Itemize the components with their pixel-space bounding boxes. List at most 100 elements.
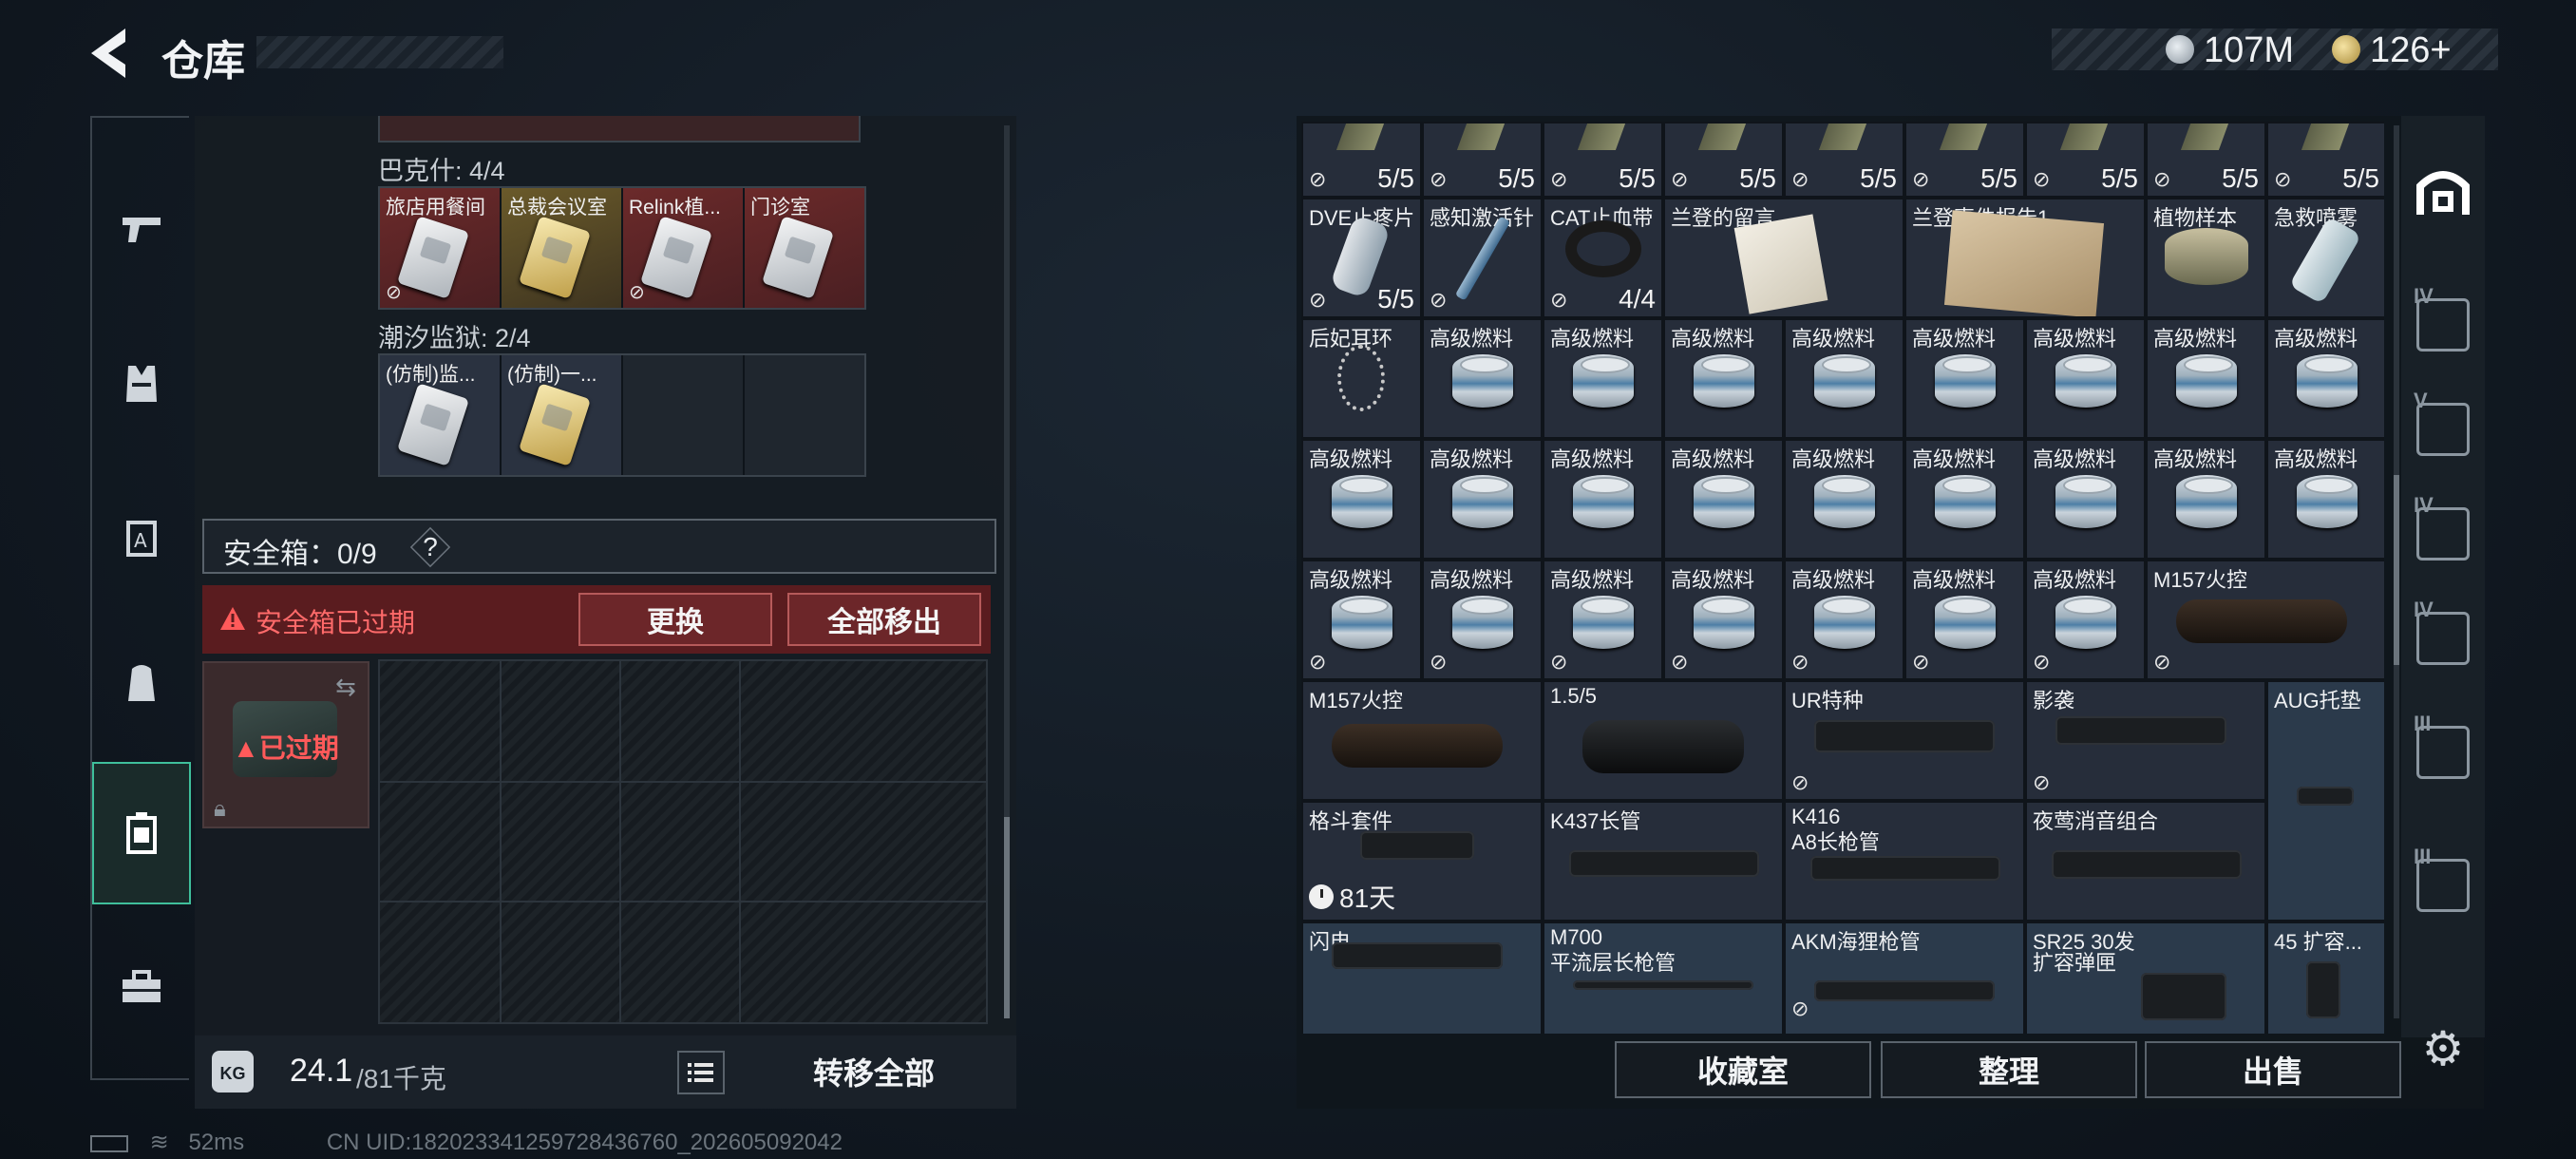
- item-fuel[interactable]: 高级燃料 ⊘: [1543, 560, 1663, 680]
- item-fuel[interactable]: 高级燃料 ⊘: [2025, 560, 2146, 680]
- item-fuel[interactable]: 高级燃料 ⊘: [1904, 560, 2025, 680]
- title-decoration: [256, 36, 503, 68]
- ammo-item[interactable]: ⊘ 5/5: [2025, 122, 2146, 198]
- list-view-button[interactable]: [677, 1051, 725, 1094]
- item-ur-stock[interactable]: UR特种 ⊘: [1784, 680, 2025, 801]
- fuel-can-image: [1452, 354, 1513, 408]
- nav-safebox[interactable]: [92, 762, 191, 904]
- item-landon-note[interactable]: 兰登的留言: [1663, 198, 1904, 318]
- item-plant-sample[interactable]: 植物样本: [2146, 198, 2266, 318]
- item-count: 5/5: [1739, 163, 1776, 193]
- keycard-item[interactable]: 总裁会议室: [502, 188, 621, 308]
- item-scope-1-5-5[interactable]: 1.5/5: [1543, 680, 1784, 801]
- item-fuel[interactable]: 高级燃料: [1663, 439, 1784, 560]
- item-k416-barrel[interactable]: K416 A8长枪管: [1784, 801, 2025, 922]
- item-sr25-magazine[interactable]: SR25 30发 扩容弹匣: [2025, 922, 2266, 1034]
- item-m157-fire-control[interactable]: M157火控 ⊘: [2146, 560, 2384, 680]
- item-fuel[interactable]: 高级燃料: [2266, 439, 2384, 560]
- item-fuel[interactable]: 高级燃料: [2025, 318, 2146, 439]
- keycard-item[interactable]: 旅店用餐间 ⊘: [380, 188, 500, 308]
- ammo-item[interactable]: ⊘ 5/5: [1301, 122, 1422, 198]
- item-name: 高级燃料: [1791, 447, 1876, 471]
- keycard-item[interactable]: 门诊室: [745, 188, 864, 308]
- no-lock-icon: ⊘: [2033, 770, 2051, 794]
- item-fuel[interactable]: 高级燃料: [1663, 318, 1784, 439]
- item-image: [1943, 210, 2105, 316]
- keycard-item[interactable]: Relink植... ⊘: [623, 188, 743, 308]
- rs-tab-3-misc[interactable]: III: [2401, 819, 2485, 952]
- ammo-item[interactable]: ⊘ 5/5: [1422, 122, 1543, 198]
- ammo-item[interactable]: ⊘ 5/5: [1663, 122, 1784, 198]
- nav-toolbox[interactable]: [92, 916, 191, 1058]
- keycard-name: (仿制)一...: [507, 364, 597, 386]
- ammo-item[interactable]: ⊘ 5/5: [1543, 122, 1663, 198]
- rs-tab-4-folder[interactable]: IV: [2401, 572, 2485, 705]
- item-dve-painkiller[interactable]: DVE止疼片⊘5/5: [1301, 198, 1422, 318]
- item-45-ext[interactable]: 45 扩容...: [2266, 922, 2384, 1034]
- sell-button[interactable]: 出售: [2145, 1041, 2401, 1098]
- item-fuel[interactable]: 高级燃料: [2146, 439, 2266, 560]
- item-fuel[interactable]: 高级燃料: [1784, 318, 1904, 439]
- svg-text:A: A: [134, 529, 147, 552]
- ammo-item[interactable]: ⊘ 5/5: [2266, 122, 2384, 198]
- item-lightning-stock[interactable]: 闪电: [1301, 922, 1543, 1034]
- item-fuel[interactable]: 高级燃料: [1543, 439, 1663, 560]
- item-fuel[interactable]: 高级燃料: [2266, 318, 2384, 439]
- item-akm-barrel[interactable]: AKM海狸枪管 ⊘: [1784, 922, 2025, 1034]
- transfer-all-button[interactable]: 转移全部: [746, 1043, 1002, 1100]
- item-sense-injector[interactable]: 感知激活针 ⊘: [1422, 198, 1543, 318]
- silver-coin-icon: [2166, 35, 2194, 64]
- item-shadow-stock[interactable]: 影袭 ⊘: [2025, 680, 2266, 801]
- item-k437-barrel[interactable]: K437长管: [1543, 801, 1784, 922]
- item-combat-kit[interactable]: 格斗套件 81天: [1301, 801, 1543, 922]
- item-count: 5/5: [1498, 163, 1535, 193]
- item-first-aid-spray[interactable]: 急救喷雾: [2266, 198, 2384, 318]
- left-scrollbar-thumb[interactable]: [1004, 817, 1010, 1018]
- prison-label: 潮汐监狱: 2/4: [378, 324, 531, 352]
- ammo-item[interactable]: ⊘ 5/5: [1904, 122, 2025, 198]
- keycard-name: 旅店用餐间: [386, 197, 485, 218]
- keycard-item[interactable]: (仿制)一...: [502, 355, 621, 475]
- rs-tab-3-ammo[interactable]: III: [2401, 686, 2485, 819]
- item-m157-fire-control[interactable]: M157火控: [1301, 680, 1543, 801]
- nav-vest[interactable]: [92, 313, 191, 455]
- item-fuel[interactable]: 高级燃料 ⊘: [1663, 560, 1784, 680]
- item-fuel[interactable]: 高级燃料: [2025, 439, 2146, 560]
- ammo-item[interactable]: ⊘ 5/5: [1784, 122, 1904, 198]
- item-fuel[interactable]: 高级燃料: [2146, 318, 2266, 439]
- safebox-thumbnail[interactable]: ⇆ ▲已过期 🔒︎: [202, 661, 369, 828]
- remove-all-button[interactable]: 全部移出: [787, 593, 981, 646]
- right-scrollbar-thumb[interactable]: [2394, 475, 2399, 665]
- nav-backpack[interactable]: [92, 612, 191, 754]
- nav-weapon[interactable]: [92, 158, 191, 300]
- keycard-item[interactable]: (仿制)监...: [380, 355, 500, 475]
- item-fuel[interactable]: 高级燃料 ⊘: [1784, 560, 1904, 680]
- organize-button[interactable]: 整理: [1881, 1041, 2137, 1098]
- rs-tab-all[interactable]: [2401, 125, 2485, 258]
- back-button[interactable]: [84, 25, 141, 82]
- item-earring[interactable]: 后妃耳环: [1301, 318, 1422, 439]
- item-fuel[interactable]: 高级燃料: [1543, 318, 1663, 439]
- item-cat-tourniquet[interactable]: CAT止血带 ⊘ 4/4: [1543, 198, 1663, 318]
- item-fuel[interactable]: 高级燃料 ⊘: [1301, 560, 1422, 680]
- no-lock-icon: ⊘: [2153, 167, 2171, 191]
- item-fuel[interactable]: 高级燃料: [1422, 439, 1543, 560]
- item-fuel[interactable]: 高级燃料: [1904, 439, 2025, 560]
- item-fuel[interactable]: 高级燃料: [1422, 318, 1543, 439]
- gold-currency[interactable]: 126+: [2370, 30, 2452, 71]
- replace-button[interactable]: 更换: [578, 593, 772, 646]
- ammo-item[interactable]: ⊘ 5/5: [2146, 122, 2266, 198]
- item-nightingale-suppressor[interactable]: 夜莺消音组合: [2025, 801, 2266, 922]
- item-landon-report[interactable]: 兰登事件报告1: [1904, 198, 2146, 318]
- ammo-image: [1335, 124, 1385, 150]
- collection-button[interactable]: 收藏室: [1615, 1041, 1871, 1098]
- item-fuel[interactable]: 高级燃料: [1904, 318, 2025, 439]
- item-fuel[interactable]: 高级燃料: [1784, 439, 1904, 560]
- item-fuel[interactable]: 高级燃料 ⊘: [1422, 560, 1543, 680]
- settings-gear-icon[interactable]: ⚙: [2416, 1022, 2470, 1075]
- item-name: 高级燃料: [1671, 327, 1755, 351]
- item-m700-barrel[interactable]: M700 平流层长枪管: [1543, 922, 1784, 1034]
- item-fuel[interactable]: 高级燃料: [1301, 439, 1422, 560]
- nav-armor[interactable]: A: [92, 467, 191, 610]
- item-aug-pad[interactable]: AUG托垫: [2266, 680, 2384, 922]
